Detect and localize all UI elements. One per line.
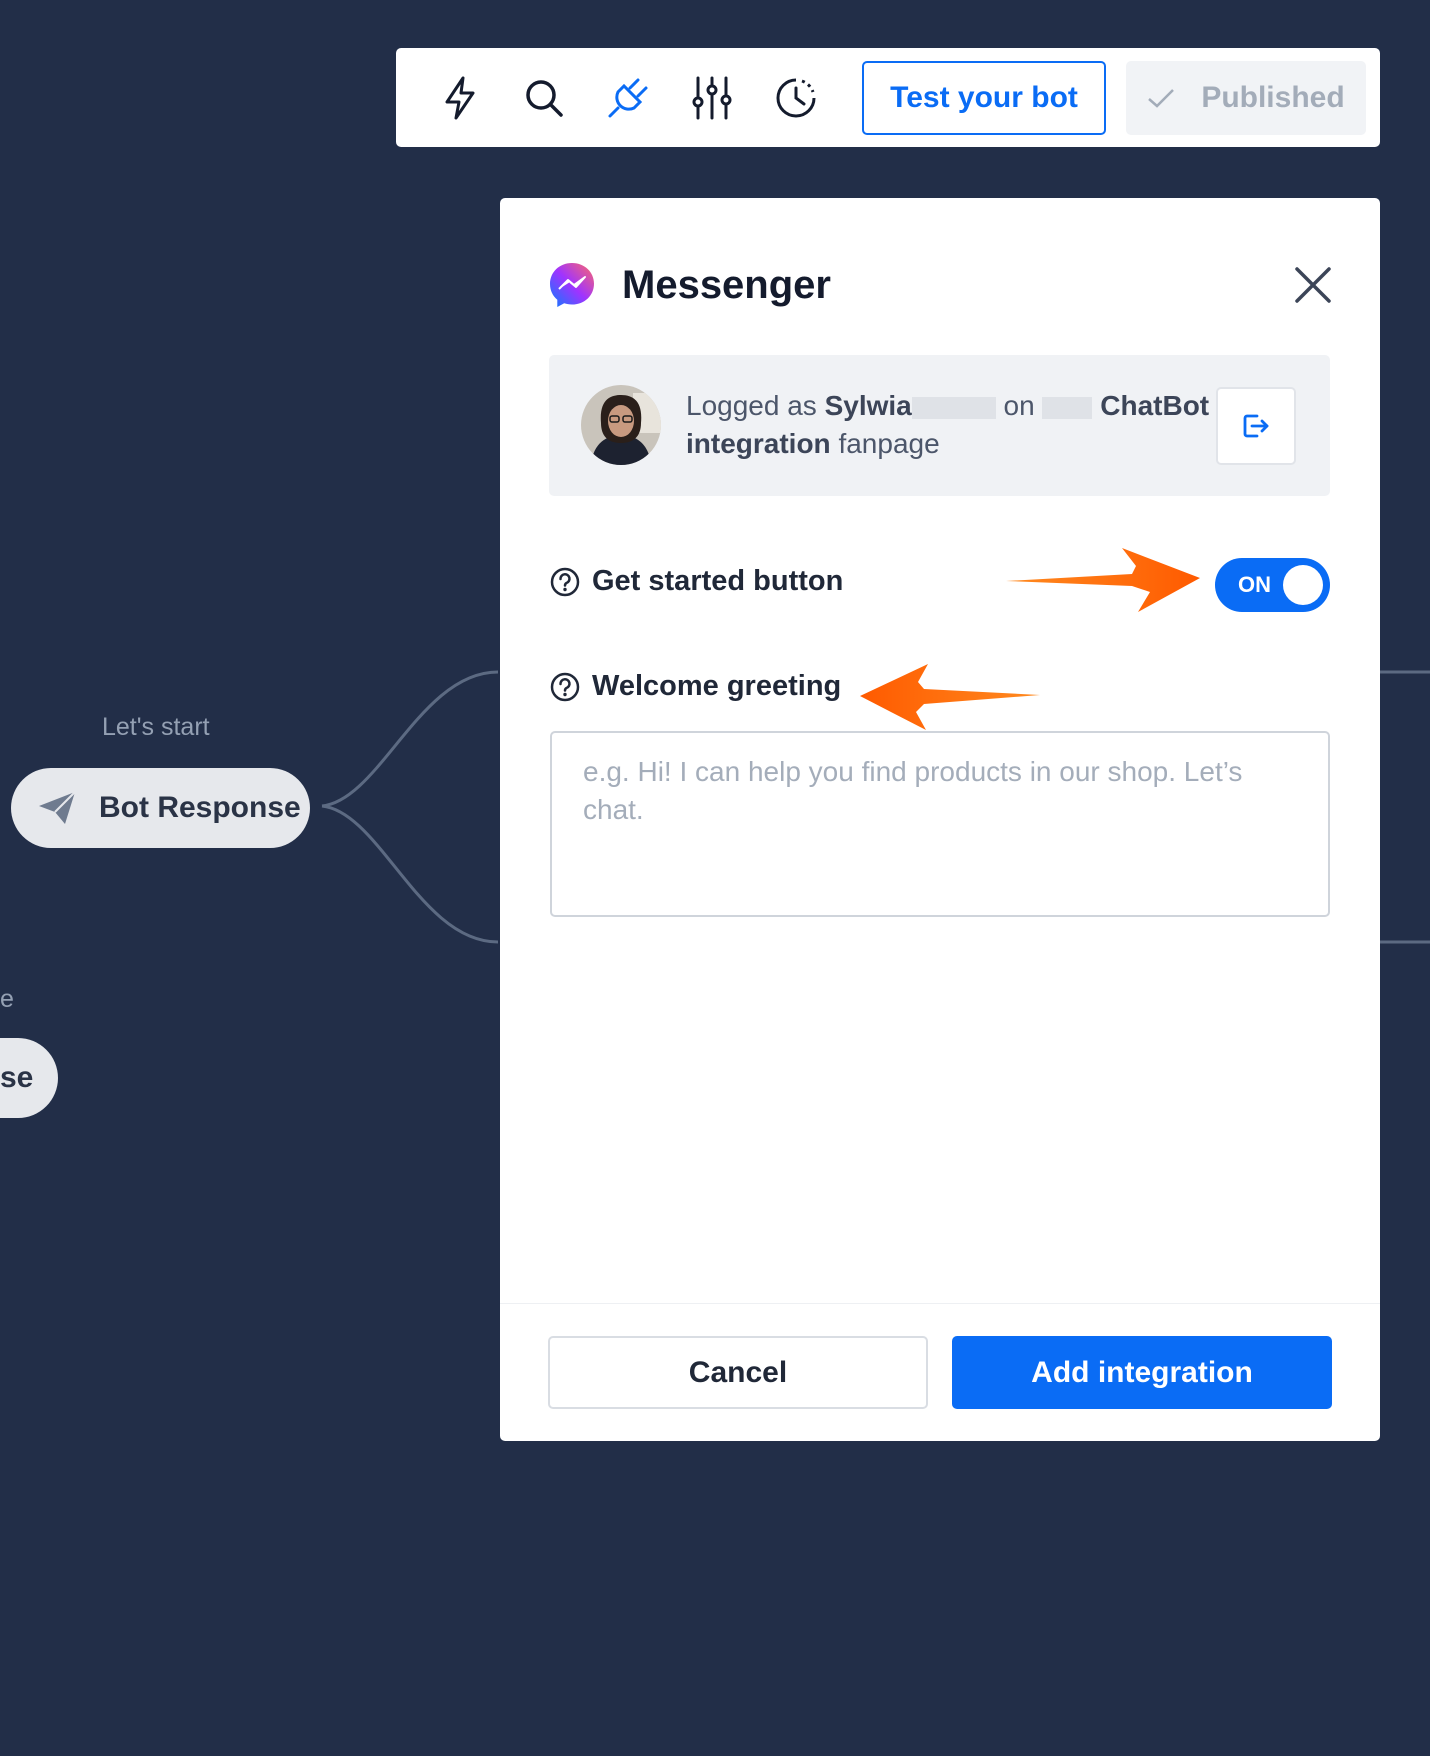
page-name-part-2: integration — [686, 428, 831, 459]
toggle-knob — [1283, 565, 1323, 605]
redacted-page-word — [1042, 396, 1093, 419]
messenger-logo-icon — [550, 263, 594, 307]
partial-node-title: se — [0, 1061, 34, 1094]
bot-response-node[interactable]: Bot Response — [11, 768, 310, 848]
login-prefix: Logged as — [686, 390, 817, 421]
close-icon[interactable] — [1292, 264, 1334, 306]
check-icon — [1147, 87, 1175, 109]
login-user-name: Sylwia — [824, 390, 912, 421]
add-integration-button[interactable]: Add integration — [952, 1336, 1332, 1409]
get-started-toggle[interactable]: ON — [1215, 558, 1330, 612]
plug-icon[interactable] — [606, 76, 650, 120]
logged-in-account-box: Logged as Sylwia on ChatBot integration … — [549, 355, 1330, 496]
sliders-icon[interactable] — [690, 76, 734, 120]
toggle-state-text: ON — [1238, 572, 1271, 597]
published-label: Published — [1201, 80, 1345, 114]
cancel-button[interactable]: Cancel — [548, 1336, 928, 1409]
help-icon[interactable] — [550, 672, 580, 702]
login-suffix: fanpage — [838, 428, 940, 459]
welcome-greeting-label: Welcome greeting — [592, 670, 842, 702]
modal-header: Messenger — [548, 250, 1340, 320]
logout-button[interactable] — [1216, 387, 1296, 465]
redacted-surname — [911, 396, 996, 419]
welcome-greeting-row: Welcome greeting — [550, 670, 841, 703]
send-icon — [37, 790, 77, 826]
modal-title: Messenger — [622, 262, 831, 307]
modal-footer: Cancel Add integration — [500, 1303, 1380, 1441]
node-label: Let's start — [102, 713, 210, 741]
avatar — [581, 385, 661, 465]
lightning-icon[interactable] — [438, 76, 482, 120]
test-your-bot-button[interactable]: Test your bot — [862, 60, 1106, 135]
top-toolbar: Test your bot Published — [396, 48, 1380, 147]
search-icon[interactable] — [522, 76, 566, 120]
node-title: Bot Response — [99, 791, 301, 824]
welcome-greeting-input[interactable] — [550, 731, 1330, 917]
published-status-button[interactable]: Published — [1126, 60, 1366, 135]
partial-node-label: e — [0, 985, 14, 1013]
logout-icon — [1243, 414, 1269, 438]
get-started-row: Get started button — [550, 565, 843, 598]
annotation-arrow-left-icon — [860, 664, 1040, 730]
page-name-part-1: ChatBot — [1100, 390, 1210, 421]
messenger-integration-modal: Messenger Logged as Sylwia on ChatBot in… — [500, 198, 1380, 1441]
get-started-label: Get started button — [592, 565, 844, 597]
logged-as-text: Logged as Sylwia on ChatBot integration … — [686, 387, 1216, 463]
login-on: on — [1003, 390, 1035, 421]
annotation-arrow-right-icon — [1006, 548, 1200, 612]
history-icon[interactable] — [774, 76, 818, 120]
help-icon[interactable] — [550, 567, 580, 597]
